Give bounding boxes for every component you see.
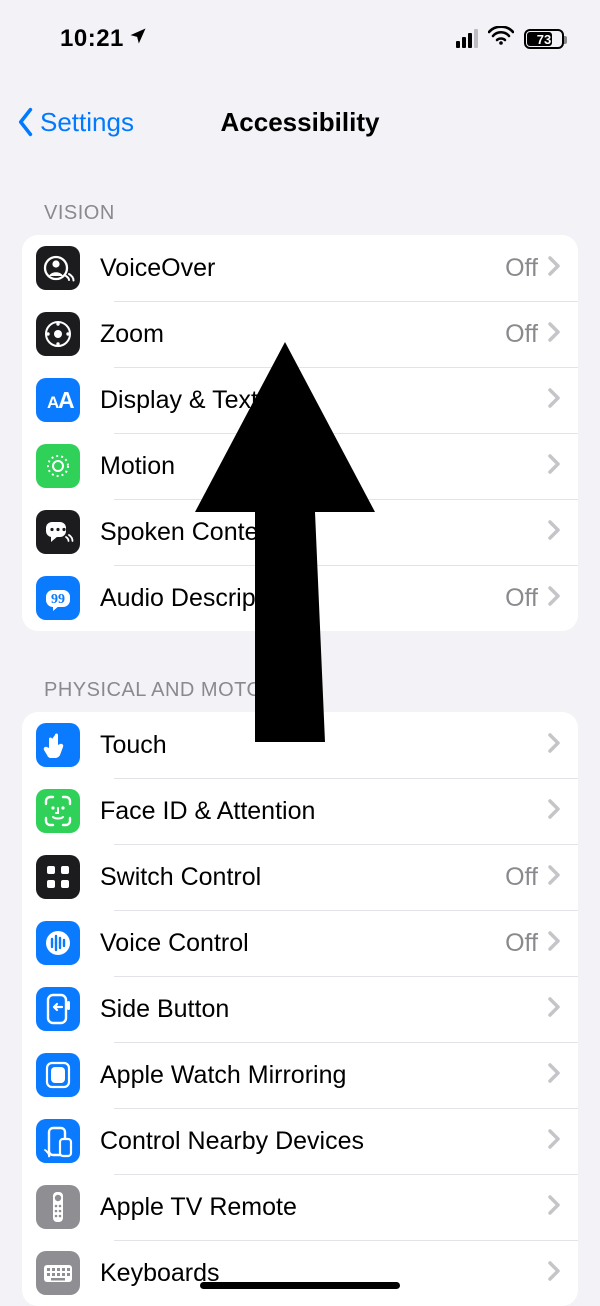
row-voiceover[interactable]: VoiceOver Off (22, 235, 578, 301)
location-arrow-icon (128, 25, 148, 53)
chevron-right-icon (548, 799, 560, 824)
section-header-vision: Vision (0, 154, 600, 235)
battery-percent: 73 (526, 32, 562, 47)
row-value: Off (505, 254, 538, 283)
spoken-content-icon (36, 510, 80, 554)
chevron-right-icon (548, 997, 560, 1022)
row-audio-descriptions[interactable]: 99 Audio Descriptions Off (22, 565, 578, 631)
row-faceid-attention[interactable]: Face ID & Attention (22, 778, 578, 844)
row-label: Audio Descriptions (100, 584, 505, 613)
row-label: Apple TV Remote (100, 1193, 548, 1222)
text-size-icon: A A (36, 378, 80, 422)
row-label: Motion (100, 452, 548, 481)
row-label: Control Nearby Devices (100, 1127, 548, 1156)
keyboards-icon (36, 1251, 80, 1295)
row-value: Off (505, 584, 538, 613)
row-display-text-size[interactable]: A A Display & Text Size (22, 367, 578, 433)
row-side-button[interactable]: Side Button (22, 976, 578, 1042)
chevron-right-icon (548, 586, 560, 611)
svg-text:A: A (58, 387, 75, 413)
row-voice-control[interactable]: Voice Control Off (22, 910, 578, 976)
watch-mirroring-icon (36, 1053, 80, 1097)
chevron-right-icon (548, 1129, 560, 1154)
row-label: Zoom (100, 320, 505, 349)
zoom-icon (36, 312, 80, 356)
wifi-icon (488, 25, 514, 53)
touch-icon (36, 723, 80, 767)
cellular-signal-icon (456, 30, 478, 48)
back-button[interactable]: Settings (10, 90, 140, 154)
row-motion[interactable]: Motion (22, 433, 578, 499)
motion-icon (36, 444, 80, 488)
row-label: Spoken Content (100, 518, 548, 547)
row-apple-tv-remote[interactable]: Apple TV Remote (22, 1174, 578, 1240)
nav-bar: Settings Accessibility (0, 90, 600, 154)
faceid-icon (36, 789, 80, 833)
side-button-icon (36, 987, 80, 1031)
row-label: Apple Watch Mirroring (100, 1061, 548, 1090)
chevron-right-icon (548, 1261, 560, 1286)
row-control-nearby-devices[interactable]: Control Nearby Devices (22, 1108, 578, 1174)
row-label: Voice Control (100, 929, 505, 958)
switch-control-icon (36, 855, 80, 899)
row-label: Face ID & Attention (100, 797, 548, 826)
nearby-devices-icon (36, 1119, 80, 1163)
voice-control-icon (36, 921, 80, 965)
chevron-right-icon (548, 1195, 560, 1220)
chevron-right-icon (548, 865, 560, 890)
row-label: Side Button (100, 995, 548, 1024)
row-label: Display & Text Size (100, 386, 548, 415)
status-left: 10:21 (60, 25, 148, 53)
status-bar: 10:21 73 (0, 0, 600, 60)
section-header-physical: Physical and Motor (0, 631, 600, 712)
chevron-right-icon (548, 1063, 560, 1088)
status-right: 73 (456, 25, 564, 53)
voiceover-icon (36, 246, 80, 290)
row-zoom[interactable]: Zoom Off (22, 301, 578, 367)
row-touch[interactable]: Touch (22, 712, 578, 778)
row-value: Off (505, 863, 538, 892)
row-label: VoiceOver (100, 254, 505, 283)
status-time: 10:21 (60, 25, 124, 53)
row-switch-control[interactable]: Switch Control Off (22, 844, 578, 910)
row-label: Switch Control (100, 863, 505, 892)
home-indicator (200, 1282, 400, 1289)
battery-icon: 73 (524, 29, 564, 49)
chevron-right-icon (548, 454, 560, 479)
apple-tv-remote-icon (36, 1185, 80, 1229)
group-vision: VoiceOver Off Zoom Off A A Display & Tex… (22, 235, 578, 631)
svg-text:99: 99 (51, 592, 65, 607)
row-value: Off (505, 320, 538, 349)
chevron-right-icon (548, 733, 560, 758)
row-apple-watch-mirroring[interactable]: Apple Watch Mirroring (22, 1042, 578, 1108)
group-physical: Touch Face ID & Attention Switch Control… (22, 712, 578, 1306)
chevron-right-icon (548, 256, 560, 281)
row-label: Touch (100, 731, 548, 760)
chevron-right-icon (548, 931, 560, 956)
chevron-right-icon (548, 520, 560, 545)
chevron-right-icon (548, 388, 560, 413)
row-value: Off (505, 929, 538, 958)
back-label: Settings (40, 107, 134, 138)
chevron-right-icon (548, 322, 560, 347)
row-keyboards[interactable]: Keyboards (22, 1240, 578, 1306)
row-spoken-content[interactable]: Spoken Content (22, 499, 578, 565)
audio-descriptions-icon: 99 (36, 576, 80, 620)
